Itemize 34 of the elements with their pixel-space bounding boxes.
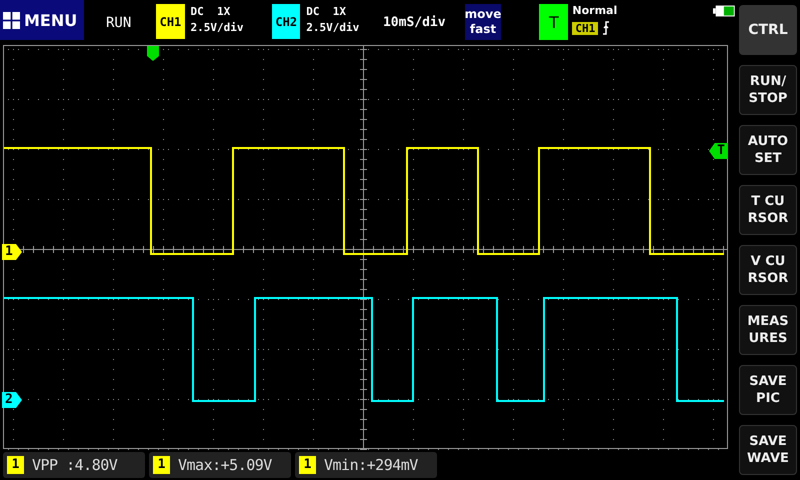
channel-level-marker[interactable]: 2 (2, 392, 22, 408)
trigger-source: CH1 (572, 22, 598, 34)
trigger-mode: Normal (572, 4, 618, 17)
measurement-readout: Vmin:+294mV (324, 456, 418, 474)
side-button[interactable]: T CU RSOR (739, 185, 797, 235)
side-button[interactable]: AUTO SET (739, 125, 797, 175)
volts-per-div: 2.5V/div (306, 20, 360, 36)
trigger-level-marker[interactable]: T (709, 143, 728, 159)
measurement-readout: VPP :4.80V (32, 456, 118, 474)
menu-button[interactable]: MENU (0, 0, 84, 40)
side-button[interactable]: MEAS URES (739, 305, 797, 355)
channel-number: 1 (7, 456, 24, 474)
side-button[interactable]: CTRL (739, 5, 797, 55)
coupling-label: DC 1X (306, 4, 348, 20)
coupling-label: DC 1X (190, 4, 232, 20)
side-button[interactable]: SAVE PIC (739, 365, 797, 415)
channel-level-marker[interactable]: 1 (2, 244, 22, 260)
side-button[interactable]: V CU RSOR (739, 245, 797, 295)
timebase-label: 10mS/div (382, 15, 447, 30)
side-button[interactable]: RUN/ STOP (739, 65, 797, 115)
channel-number: 1 (153, 456, 170, 474)
measurement-readout: Vmax:+5.09V (178, 456, 272, 474)
move-mode-label[interactable]: move fast (464, 4, 502, 40)
battery-icon (713, 5, 736, 17)
side-button[interactable]: SAVE WAVE (739, 425, 797, 475)
channel-number: 1 (299, 456, 316, 474)
volts-per-div: 2.5V/div (190, 20, 244, 36)
channel-badge[interactable]: CH1 (156, 4, 184, 39)
grid-icon (3, 12, 20, 28)
trigger-position-marker[interactable] (147, 46, 159, 61)
run-status: RUN (106, 14, 132, 30)
channel-badge[interactable]: CH2 (272, 4, 300, 39)
rising-edge-icon (602, 21, 610, 35)
trigger-badge[interactable]: T (539, 4, 568, 40)
